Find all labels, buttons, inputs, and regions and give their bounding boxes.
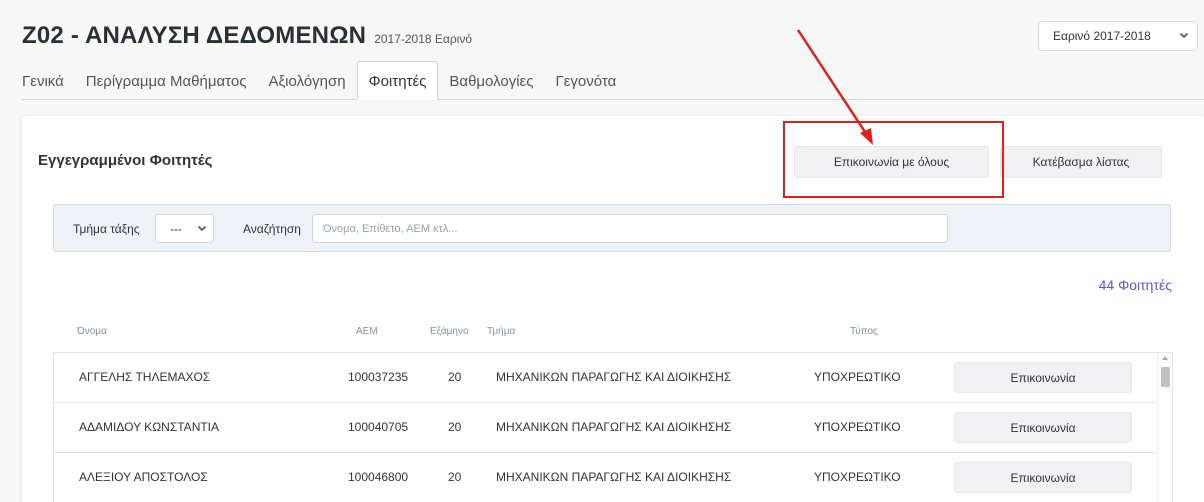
semester-select-value: Εαρινό 2017-2018 xyxy=(1053,29,1151,43)
student-type: ΥΠΟΧΡΕΩΤΙΚΟ xyxy=(814,370,901,384)
column-header-department: Τμήμα xyxy=(487,326,516,337)
student-type: ΥΠΟΧΡΕΩΤΙΚΟ xyxy=(814,470,901,484)
column-header-type: Τύπος xyxy=(850,326,878,337)
section-title: Εγγεγραμμένοι Φοιτητές xyxy=(38,152,213,169)
filter-bar: Τμήμα τάξης --- Αναζήτηση Όνομα, Επίθετο… xyxy=(53,204,1171,252)
search-input[interactable]: Όνομα, Επίθετο, ΑΕΜ κτλ... xyxy=(312,214,948,243)
student-semester: 20 xyxy=(448,420,462,434)
scrollbar-thumb[interactable] xyxy=(1161,367,1170,387)
contact-button[interactable]: Επικοινωνία xyxy=(954,362,1132,393)
student-aem: 100037235 xyxy=(348,370,409,384)
tab-outline[interactable]: Περίγραμμα Μαθήματος xyxy=(75,61,258,99)
scroll-up-icon[interactable] xyxy=(1162,356,1168,360)
student-count[interactable]: 44 Φοιτητές xyxy=(1099,277,1172,293)
tab-grades[interactable]: Βαθμολογίες xyxy=(438,61,544,99)
class-section-select[interactable]: --- xyxy=(155,214,214,243)
student-department: ΜΗΧΑΝΙΚΩΝ ΠΑΡΑΓΩΓΗΣ ΚΑΙ ΔΙΟΙΚΗΣΗΣ xyxy=(496,470,732,484)
table-row: ΑΛΕΞΙΟΥ ΑΠΟΣΤΟΛΟΣ 100046800 20 ΜΗΧΑΝΙΚΩΝ… xyxy=(54,453,1172,502)
student-semester: 20 xyxy=(448,370,462,384)
student-department: ΜΗΧΑΝΙΚΩΝ ΠΑΡΑΓΩΓΗΣ ΚΑΙ ΔΙΟΙΚΗΣΗΣ xyxy=(496,420,732,434)
class-section-label: Τμήμα τάξης xyxy=(73,222,140,236)
class-section-value: --- xyxy=(170,221,182,236)
student-department: ΜΗΧΑΝΙΚΩΝ ΠΑΡΑΓΩΓΗΣ ΚΑΙ ΔΙΟΙΚΗΣΗΣ xyxy=(496,370,732,384)
table-scrollbar[interactable] xyxy=(1157,353,1172,502)
student-aem: 100040705 xyxy=(348,420,409,434)
contact-button[interactable]: Επικοινωνία xyxy=(954,412,1132,443)
student-aem: 100046800 xyxy=(348,470,409,484)
table-row: ΑΓΓΕΛΗΣ ΤΗΛΕΜΑΧΟΣ 100037235 20 ΜΗΧΑΝΙΚΩΝ… xyxy=(54,353,1172,403)
student-name: ΑΛΕΞΙΟΥ ΑΠΟΣΤΟΛΟΣ xyxy=(79,470,208,484)
contact-all-button[interactable]: Επικοινωνία με όλους xyxy=(794,146,989,178)
course-tabs: Γενικά Περίγραμμα Μαθήματος Αξιολόγηση Φ… xyxy=(22,61,1204,100)
course-subtitle: 2017-2018 Εαρινό xyxy=(374,32,473,46)
page-title: Ζ02 - ΑΝΑΛΥΣΗ ΔΕΔΟΜΕΝΩΝ 2017-2018 Εαρινό xyxy=(22,22,472,50)
tab-students[interactable]: Φοιτητές xyxy=(356,61,439,100)
student-type: ΥΠΟΧΡΕΩΤΙΚΟ xyxy=(814,420,901,434)
chevron-down-icon xyxy=(1179,32,1189,39)
table-row: ΑΔΑΜΙΔΟΥ ΚΩΝΣΤΑΝΤΙΑ 100040705 20 ΜΗΧΑΝΙΚ… xyxy=(54,403,1172,453)
student-name: ΑΔΑΜΙΔΟΥ ΚΩΝΣΤΑΝΤΙΑ xyxy=(79,420,220,434)
column-header-aem: ΑΕΜ xyxy=(356,326,378,337)
semester-select[interactable]: Εαρινό 2017-2018 xyxy=(1038,21,1198,51)
students-table: ΑΓΓΕΛΗΣ ΤΗΛΕΜΑΧΟΣ 100037235 20 ΜΗΧΑΝΙΚΩΝ… xyxy=(53,352,1173,502)
search-placeholder: Όνομα, Επίθετο, ΑΕΜ κτλ... xyxy=(323,222,458,235)
search-label: Αναζήτηση xyxy=(243,222,301,236)
contact-button[interactable]: Επικοινωνία xyxy=(954,462,1132,493)
student-semester: 20 xyxy=(448,470,462,484)
tab-assessment[interactable]: Αξιολόγηση xyxy=(257,61,356,99)
column-header-name: Όνομα xyxy=(77,326,107,337)
chevron-down-icon xyxy=(197,225,207,232)
tab-general[interactable]: Γενικά xyxy=(22,61,75,99)
course-title: Ζ02 - ΑΝΑΛΥΣΗ ΔΕΔΟΜΕΝΩΝ xyxy=(22,22,367,49)
download-list-button[interactable]: Κατέβασμα λίστας xyxy=(1000,146,1162,178)
tab-events[interactable]: Γεγονότα xyxy=(544,61,627,99)
page: Ζ02 - ΑΝΑΛΥΣΗ ΔΕΔΟΜΕΝΩΝ 2017-2018 Εαρινό… xyxy=(0,0,1204,502)
students-card: Εγγεγραμμένοι Φοιτητές Επικοινωνία με όλ… xyxy=(22,116,1204,502)
student-name: ΑΓΓΕΛΗΣ ΤΗΛΕΜΑΧΟΣ xyxy=(79,370,211,384)
column-header-semester: Εξάμηνο xyxy=(430,326,469,337)
